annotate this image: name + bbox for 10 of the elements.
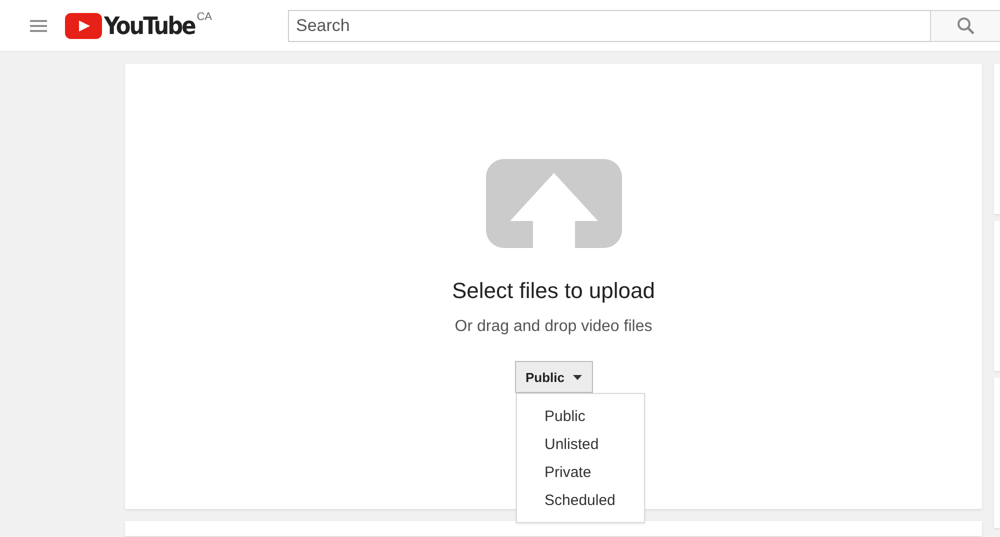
menu-item[interactable]: Private xyxy=(516,459,644,487)
search-field[interactable]: Search xyxy=(288,10,930,42)
privacy-dropdown[interactable]: Public xyxy=(514,361,592,393)
region-label: CA xyxy=(196,10,212,22)
logo-text[interactable]: YouTube xyxy=(104,10,195,40)
menu-item[interactable]: Scheduled xyxy=(516,487,644,515)
menu-item[interactable]: Unlisted xyxy=(516,431,644,459)
upload-title: Select files to upload xyxy=(452,278,656,304)
upload-subtitle: Or drag and drop video files xyxy=(454,317,652,337)
menu-item[interactable]: Public xyxy=(516,403,644,431)
